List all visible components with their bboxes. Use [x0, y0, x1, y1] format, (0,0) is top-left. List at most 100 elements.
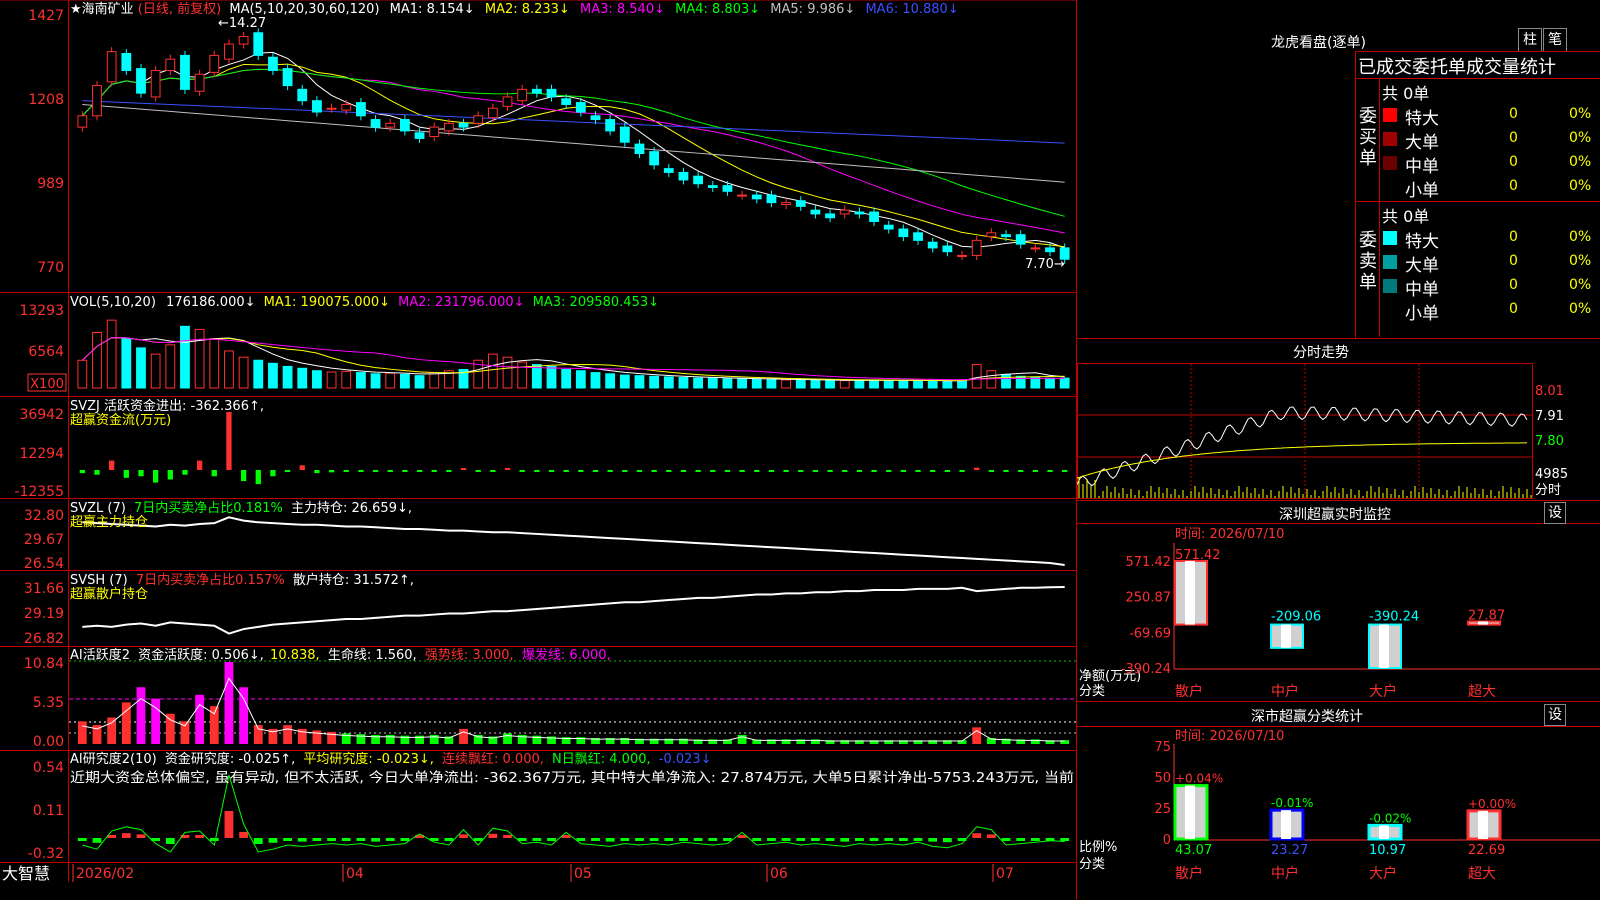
research-bar [341, 838, 351, 841]
classify-value: 43.07 [1175, 843, 1212, 858]
fund-flow-bar [930, 470, 936, 472]
candle [312, 100, 322, 113]
research-bar [1060, 838, 1070, 841]
svzj-ytick-2: 12294 [19, 446, 64, 462]
candle [795, 200, 806, 207]
research-bar [195, 835, 205, 838]
volume-bar [180, 325, 190, 389]
research-bar [488, 833, 498, 838]
research-bar [1016, 838, 1026, 841]
fund-flow-bar [299, 465, 305, 470]
candle [737, 194, 748, 197]
candle [678, 171, 689, 181]
candle [957, 254, 967, 257]
candle [473, 115, 484, 124]
candle [106, 51, 117, 83]
research-bar [605, 838, 615, 842]
fund-flow-bar [915, 470, 921, 472]
volume-bar [693, 377, 704, 389]
monitor-bar-label: 571.42 [1175, 548, 1221, 563]
volume-bar [678, 377, 689, 389]
candle [370, 119, 381, 128]
candle [341, 103, 352, 111]
svzl-subtitle: 超赢主力持仓 [70, 514, 148, 530]
volume-bar [399, 373, 410, 389]
intraday-price-low: 7.80 [1535, 434, 1564, 449]
tick-toggle[interactable]: 笔 [1543, 28, 1567, 52]
research-bar [1030, 838, 1040, 841]
retail-holding-line [82, 586, 1065, 635]
research-bar [473, 838, 483, 841]
candle [546, 88, 557, 98]
research-bar [312, 838, 322, 841]
research-bar [884, 838, 894, 841]
volume-bar [663, 376, 674, 389]
monitor-category: 大户 [1369, 683, 1397, 700]
monitor-category: 超大 [1468, 684, 1496, 700]
high-price-label: ←14.27 [218, 16, 266, 31]
candle [649, 151, 660, 166]
volume-bar [370, 373, 381, 389]
candle [502, 96, 513, 107]
ma-prefix: MA(5,10,20,30,60,120) [229, 2, 379, 17]
svsh-ytick-1: 31.66 [24, 581, 64, 597]
fund-flow-bar [1018, 470, 1024, 472]
vol-unit: X100 [30, 377, 64, 392]
activity-bar [459, 728, 468, 744]
lhkp-title: 龙虎看盘(逐单) [1271, 35, 1366, 51]
volume-bar [927, 380, 938, 389]
sell-row-value: 0 [1509, 277, 1518, 293]
sell-row-value: 0 [1509, 229, 1518, 245]
research-bar [620, 838, 630, 841]
fund-flow-bar [622, 470, 628, 472]
main-ytick-4: 770 [37, 260, 64, 276]
fund-flow-bar [416, 470, 423, 472]
volume-bar [224, 350, 234, 389]
kline-chart-area[interactable]: 1427 1208 989 770 13293 6564 36942 12294… [0, 0, 1077, 900]
vol-ma2: MA2: 231796.000↓ [398, 295, 524, 310]
classify-category: 大户 [1369, 865, 1397, 882]
monitor-bar-label: 27.87 [1468, 608, 1505, 623]
candle [282, 68, 293, 87]
fund-flow-bar [636, 470, 643, 472]
candle [869, 211, 879, 222]
vol-ytick-2: 6564 [28, 344, 64, 360]
volume-bar [268, 362, 278, 389]
fund-flow-bar [1062, 470, 1068, 472]
svzl-ytick-2: 29.67 [24, 532, 64, 548]
candle [913, 232, 923, 241]
volume-bar [971, 364, 982, 389]
sell-side-label: 委卖单 [1359, 230, 1377, 293]
candle [854, 211, 865, 215]
sell-row-label: 特大 [1405, 232, 1439, 252]
candle [385, 122, 396, 128]
volume-bar [1030, 377, 1041, 389]
candle [1001, 234, 1011, 238]
candle [707, 185, 718, 189]
activity-bar [503, 733, 512, 744]
column-chart-toggle[interactable]: 柱 [1518, 28, 1542, 52]
volume-bar [282, 365, 293, 389]
research-bar [356, 838, 366, 841]
research-bar [92, 838, 102, 843]
activity-bar [165, 713, 175, 744]
candle [180, 54, 190, 90]
lhkp-subtitle: 已成交委托单成交量统计 [1358, 57, 1556, 78]
candle [399, 119, 410, 132]
candle [766, 194, 777, 204]
candle [121, 53, 132, 71]
candle [986, 232, 997, 238]
activity-bar [972, 727, 982, 744]
intraday-price-mid: 7.91 [1535, 409, 1564, 424]
fund-flow-bar [226, 412, 232, 470]
fund-flow-bar [592, 470, 599, 472]
volume-bar [1001, 373, 1011, 389]
classify-category: 中户 [1271, 865, 1299, 882]
fund-flow-bar [563, 470, 569, 472]
sell-row-pct: 0% [1569, 253, 1592, 269]
intraday-panel[interactable]: 分时走势 8.01 7.91 7.80 4985 分时 [1077, 339, 1600, 501]
volume-bar [634, 375, 645, 389]
fund-flow-bar [724, 470, 731, 472]
ai2-ytick-1: 0.54 [33, 760, 64, 776]
classify-panel: 深市超赢分类统计 设 时间: 2026/07/10 比例% 分类 75 50 25 0… [1077, 702, 1600, 900]
